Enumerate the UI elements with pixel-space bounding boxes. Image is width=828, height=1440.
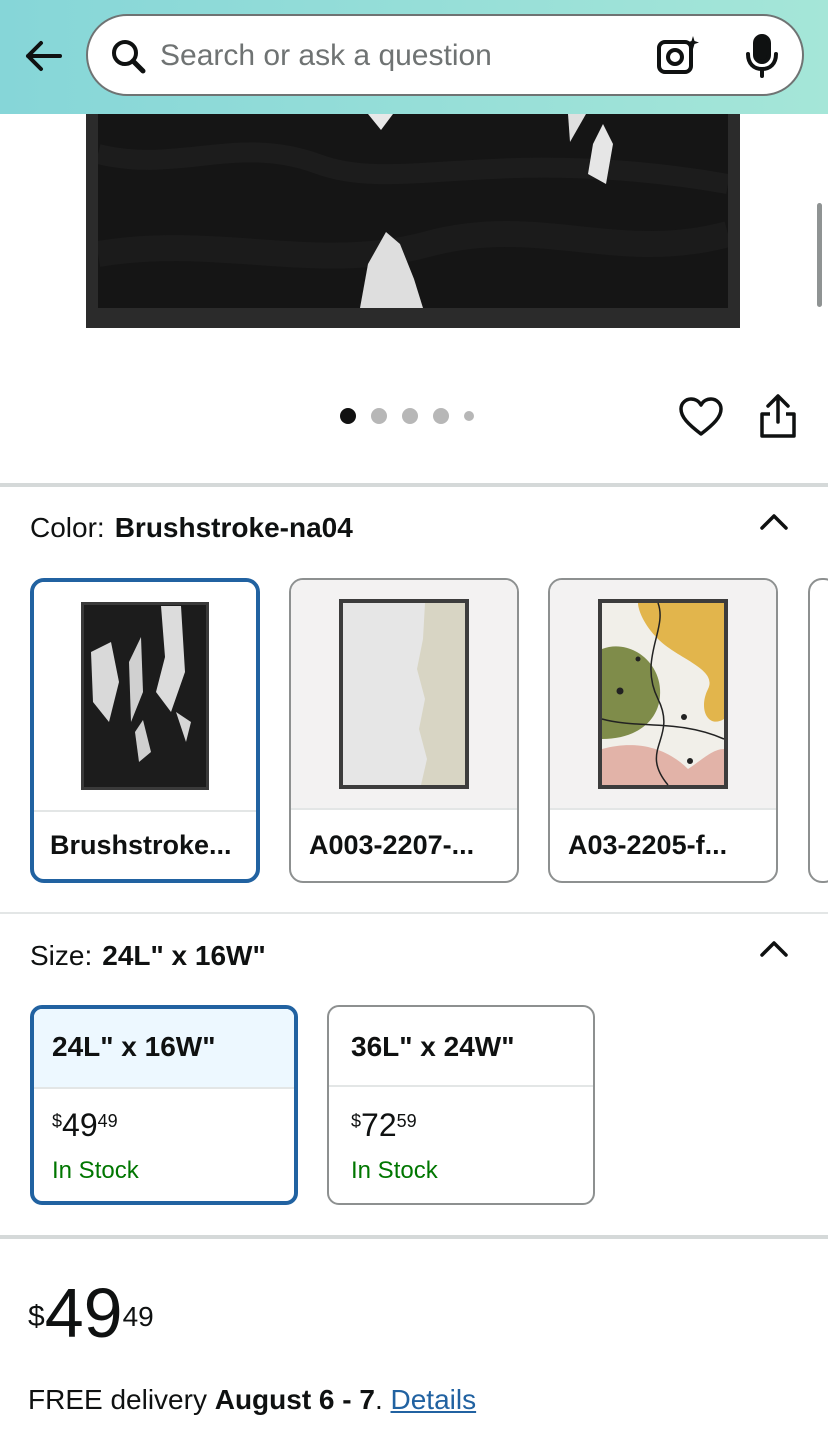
page-scrollbar[interactable] xyxy=(817,203,822,307)
size-option-price: $7259 xyxy=(351,1107,417,1143)
top-search-bar xyxy=(0,0,828,114)
chevron-up-icon[interactable] xyxy=(758,937,790,961)
delivery-suffix: . xyxy=(374,1384,391,1415)
delivery-details-link[interactable]: Details xyxy=(391,1384,477,1415)
swatch-thumbnail xyxy=(291,580,517,808)
swatch-thumbnail xyxy=(34,582,256,810)
heart-icon[interactable] xyxy=(678,396,724,438)
search-box[interactable] xyxy=(86,14,804,96)
color-option-partial[interactable] xyxy=(808,578,828,883)
product-image-carousel[interactable] xyxy=(0,114,828,364)
stock-status: In Stock xyxy=(52,1157,139,1184)
section-divider xyxy=(0,912,828,914)
section-divider xyxy=(0,483,828,487)
color-option-label: A03-2205-f... xyxy=(568,830,728,860)
size-selected-value: 24L" x 16W" xyxy=(102,940,266,971)
chevron-up-icon[interactable] xyxy=(758,510,790,534)
pagination-dot[interactable] xyxy=(433,408,449,424)
camera-lens-icon[interactable] xyxy=(656,36,700,76)
microphone-icon[interactable] xyxy=(744,34,780,78)
size-option-36x24[interactable]: 36L" x 24W" $7259 In Stock xyxy=(327,1005,595,1205)
swatch-thumbnail xyxy=(550,580,776,808)
color-option-a03[interactable]: A03-2205-f... xyxy=(548,578,778,883)
search-input[interactable] xyxy=(160,36,630,76)
delivery-prefix: FREE delivery xyxy=(28,1384,207,1415)
size-option-label: 36L" x 24W" xyxy=(351,1031,515,1062)
pagination-dot[interactable] xyxy=(340,408,356,424)
color-option-brushstroke[interactable]: Brushstroke... xyxy=(30,578,260,883)
product-image xyxy=(86,114,740,328)
color-option-a003[interactable]: A003-2207-... xyxy=(289,578,519,883)
color-option-label: A003-2207-... xyxy=(309,830,475,860)
color-label-text: Color: xyxy=(30,512,105,543)
color-selected-value: Brushstroke-na04 xyxy=(114,512,353,543)
size-label: Size: 24L" x 16W" xyxy=(30,940,266,972)
size-label-text: Size: xyxy=(30,940,93,971)
stock-status: In Stock xyxy=(351,1157,438,1184)
product-price: $4949 xyxy=(28,1274,154,1352)
section-divider xyxy=(0,1235,828,1239)
pagination-dot[interactable] xyxy=(402,408,418,424)
size-option-label: 24L" x 16W" xyxy=(52,1031,216,1062)
delivery-info: FREE delivery August 6 - 7. Details xyxy=(28,1384,476,1416)
pagination-dot[interactable] xyxy=(464,411,474,421)
size-option-price: $4949 xyxy=(52,1107,118,1143)
color-option-label: Brushstroke... xyxy=(50,830,232,860)
color-label: Color: Brushstroke-na04 xyxy=(30,512,353,544)
pagination-dot[interactable] xyxy=(371,408,387,424)
share-icon[interactable] xyxy=(756,392,800,440)
back-arrow-icon[interactable] xyxy=(18,30,68,82)
image-pagination-dots xyxy=(340,405,474,427)
delivery-dates: August 6 - 7 xyxy=(214,1384,375,1415)
size-option-24x16[interactable]: 24L" x 16W" $4949 In Stock xyxy=(30,1005,298,1205)
search-icon xyxy=(110,38,146,74)
